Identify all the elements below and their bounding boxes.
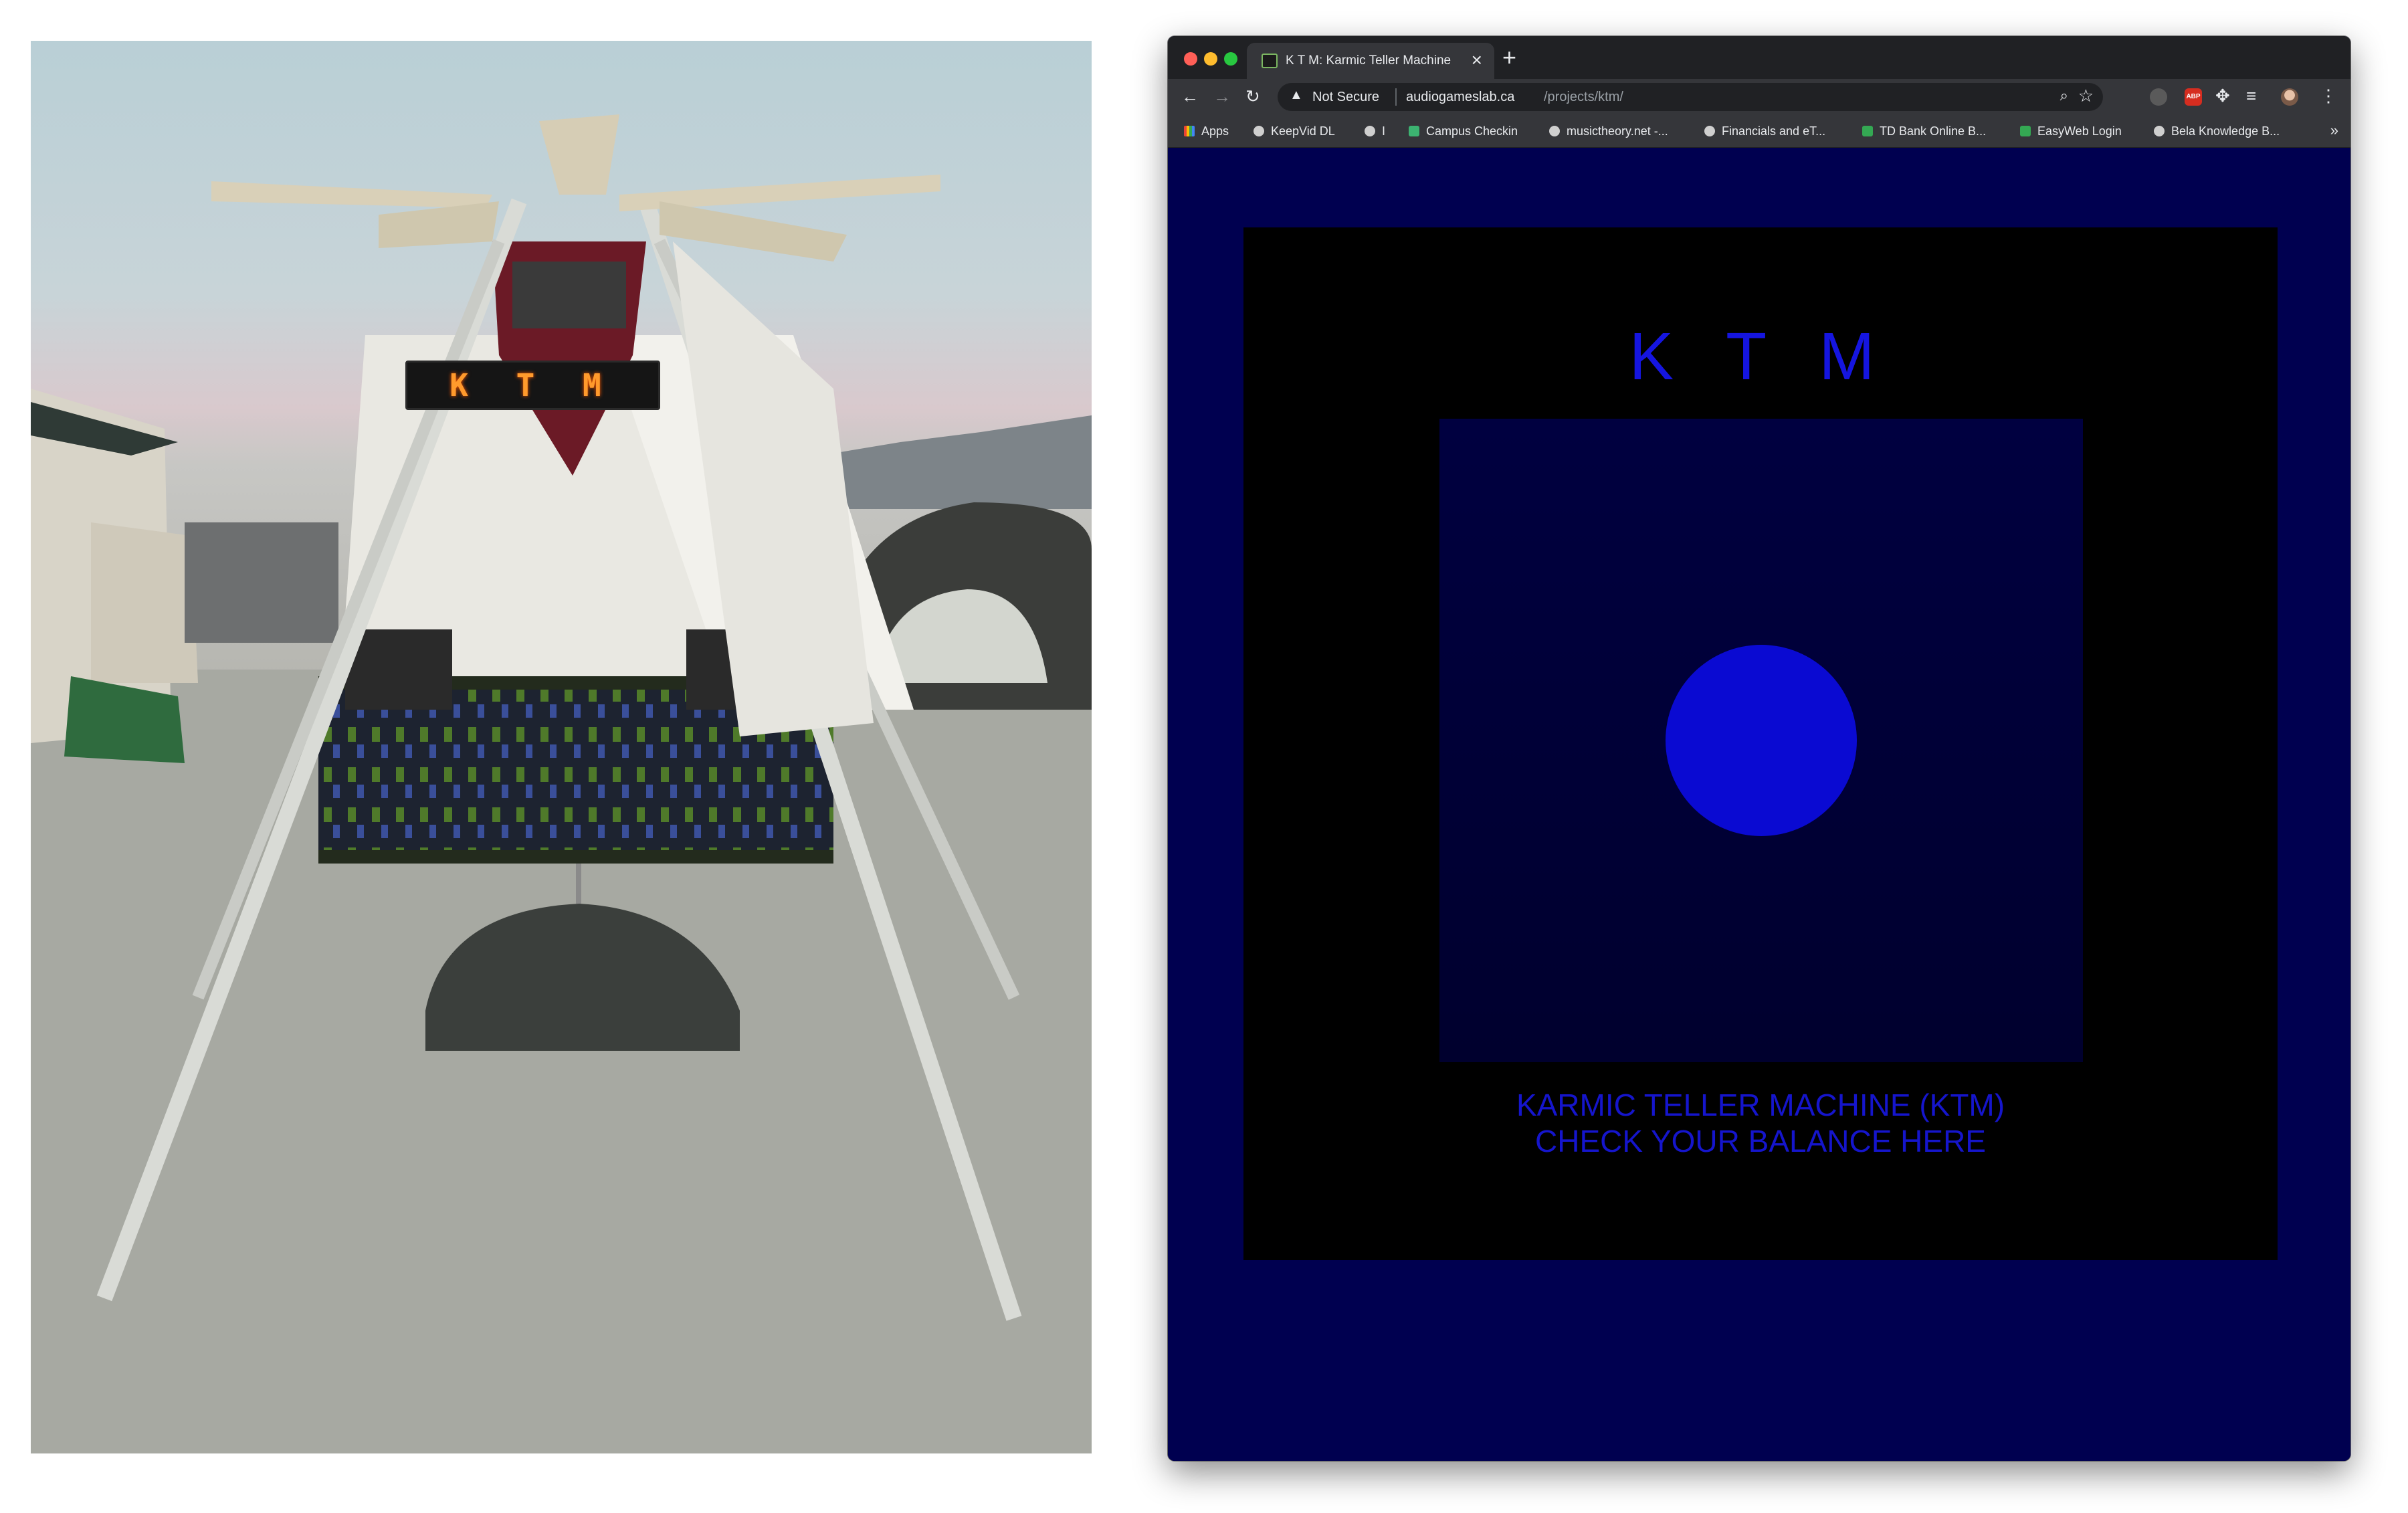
globe-icon (1365, 126, 1375, 136)
bookmark-label: musictheory.net -... (1567, 124, 1668, 138)
td-icon (2020, 126, 2031, 136)
forward-arrow-icon[interactable]: → (1213, 86, 1231, 107)
balance-orb[interactable] (1666, 645, 1857, 836)
ktm-led-sign: K T M (405, 361, 660, 410)
reload-icon[interactable]: ↻ (1245, 86, 1260, 107)
bookmark-musictheory[interactable]: musictheory.net -... (1549, 123, 1668, 139)
page-caption: KARMIC TELLER MACHINE (KTM) CHECK YOUR B… (1243, 1087, 2278, 1159)
caption-line-2: CHECK YOUR BALANCE HERE (1535, 1124, 1986, 1158)
extensions-puzzle-icon[interactable]: ✥ (2215, 86, 2230, 106)
browser-window: K T M: Karmic Teller Machine × + ← → ↻ ▲… (1168, 36, 2350, 1461)
bookmark-label: Bela Knowledge B... (2171, 124, 2280, 138)
campus-icon (1409, 126, 1419, 136)
tab-strip: K T M: Karmic Teller Machine × + (1168, 36, 2350, 79)
bookmark-td-bank[interactable]: TD Bank Online B... (1862, 123, 1986, 139)
url-divider (1395, 88, 1397, 106)
bookmark-label: Apps (1201, 124, 1229, 138)
tab-close-icon[interactable]: × (1472, 50, 1482, 70)
profile-avatar[interactable] (2281, 88, 2298, 106)
globe-icon (1253, 126, 1264, 136)
browser-tab[interactable]: K T M: Karmic Teller Machine × (1247, 43, 1494, 79)
bookmarks-overflow-icon[interactable]: » (2330, 122, 2338, 139)
window-close-button[interactable] (1184, 52, 1197, 66)
url-domain[interactable]: audiogameslab.ca (1406, 90, 1514, 105)
installation-photo: K T M (31, 41, 1092, 1453)
extension-glasses-icon[interactable] (2150, 88, 2167, 106)
bookmark-bela[interactable]: Bela Knowledge B... (2154, 123, 2280, 139)
bookmark-label: KeepVid DL (1271, 124, 1335, 138)
bookmark-label: Campus Checkin (1426, 124, 1518, 138)
page-title: K T M (1629, 319, 1892, 394)
bookmark-i[interactable]: I (1365, 123, 1385, 139)
bookmark-easyweb[interactable]: EasyWeb Login (2020, 123, 2122, 139)
bookmark-star-icon[interactable]: ☆ (2078, 86, 2094, 106)
window-minimize-button[interactable] (1204, 52, 1217, 66)
tab-title: K T M: Karmic Teller Machine (1286, 54, 1451, 68)
warning-triangle-icon[interactable]: ▲ (1290, 88, 1303, 103)
globe-icon (1704, 126, 1715, 136)
reading-list-icon[interactable]: ≡ (2246, 86, 2256, 106)
bookmark-campus-checkin[interactable]: Campus Checkin (1409, 123, 1518, 139)
bookmark-keepvid[interactable]: KeepVid DL (1253, 123, 1335, 139)
musictheory-icon (1549, 126, 1560, 136)
caption-line-1: KARMIC TELLER MACHINE (KTM) (1516, 1088, 2005, 1122)
page-viewport: K T M KARMIC TELLER MACHINE (KTM) CHECK … (1168, 148, 2350, 1461)
animation-stage[interactable] (1439, 419, 2083, 1062)
security-label[interactable]: Not Secure (1312, 90, 1379, 105)
new-tab-button[interactable]: + (1502, 45, 1516, 70)
adblock-plus-icon[interactable]: ABP (2185, 88, 2202, 106)
td-icon (1862, 126, 1873, 136)
bookmarks-bar: Apps KeepVid DL I Campus Checkin musicth… (1168, 115, 2350, 148)
bookmark-financials[interactable]: Financials and eT... (1704, 123, 1825, 139)
apps-grid-icon (1184, 126, 1195, 136)
tab-favicon-icon (1262, 54, 1278, 68)
bookmark-label: Financials and eT... (1722, 124, 1826, 138)
window-maximize-button[interactable] (1224, 52, 1237, 66)
bookmark-apps[interactable]: Apps (1184, 123, 1229, 139)
content-panel: K T M KARMIC TELLER MACHINE (KTM) CHECK … (1243, 227, 2278, 1260)
browser-menu-icon[interactable]: ⋮ (2320, 86, 2337, 106)
address-bar[interactable]: ▲ Not Secure audiogameslab.ca /projects/… (1278, 83, 2103, 111)
url-path[interactable]: /projects/ktm/ (1544, 90, 1623, 105)
globe-icon (2154, 126, 2165, 136)
zoom-magnifier-icon[interactable]: ⌕ (2060, 87, 2068, 104)
bookmark-label: I (1382, 124, 1386, 138)
back-arrow-icon[interactable]: ← (1181, 86, 1199, 107)
bookmark-label: EasyWeb Login (2037, 124, 2122, 138)
photo-scene (31, 114, 1092, 1453)
bookmark-label: TD Bank Online B... (1880, 124, 1987, 138)
browser-toolbar: ← → ↻ ▲ Not Secure audiogameslab.ca /pro… (1168, 79, 2350, 115)
